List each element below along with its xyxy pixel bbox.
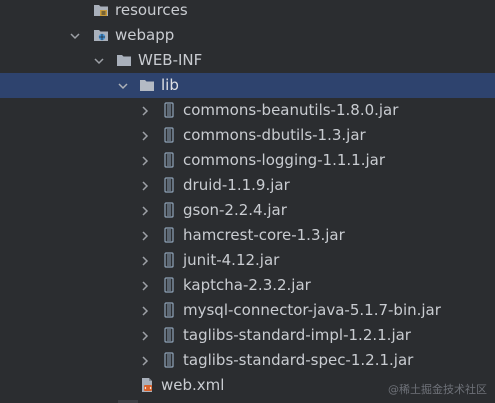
tree-item-label: junit-4.12.jar — [183, 251, 280, 269]
xml-file-icon — [139, 377, 155, 393]
tree-item-label: web.xml — [161, 376, 225, 394]
jar-icon — [161, 227, 177, 243]
tree-item-jar[interactable]: gson-2.2.4.jar — [0, 198, 495, 223]
tree-item-web-inf[interactable]: WEB-INF — [0, 48, 495, 73]
tree-item-jar[interactable]: commons-logging-1.1.1.jar — [0, 148, 495, 173]
tree-item-jar[interactable]: junit-4.12.jar — [0, 248, 495, 273]
chevron-right-icon[interactable] — [138, 354, 152, 368]
jar-icon — [161, 327, 177, 343]
tree-item-jar[interactable]: taglibs-standard-spec-1.2.1.jar — [0, 348, 495, 373]
jar-icon — [161, 177, 177, 193]
tree-item-jar[interactable]: hamcrest-core-1.3.jar — [0, 223, 495, 248]
jar-icon — [161, 252, 177, 268]
tree-item-jar[interactable]: commons-dbutils-1.3.jar — [0, 123, 495, 148]
tree-item-webapp[interactable]: webapp — [0, 23, 495, 48]
tree-item-jar[interactable]: kaptcha-2.3.2.jar — [0, 273, 495, 298]
tree-item-label: commons-beanutils-1.8.0.jar — [183, 101, 399, 119]
project-tree: resources webapp WEB-INF lib commons-bea… — [0, 0, 495, 403]
chevron-right-icon[interactable] — [138, 304, 152, 318]
jar-icon — [161, 277, 177, 293]
tree-item-label: commons-logging-1.1.1.jar — [183, 151, 386, 169]
tree-item-jar[interactable]: mysql-connector-java-5.1.7-bin.jar — [0, 298, 495, 323]
tree-item-label: resources — [115, 1, 188, 19]
tree-item-label: commons-dbutils-1.3.jar — [183, 126, 366, 144]
chevron-down-icon[interactable] — [116, 79, 130, 93]
chevron-right-icon[interactable] — [138, 279, 152, 293]
tree-item-jar[interactable]: commons-beanutils-1.8.0.jar — [0, 98, 495, 123]
tree-item-jar[interactable]: druid-1.1.9.jar — [0, 173, 495, 198]
chevron-right-icon[interactable] — [138, 154, 152, 168]
chevron-right-icon[interactable] — [138, 104, 152, 118]
chevron-down-icon[interactable] — [92, 54, 106, 68]
tree-item-label: taglibs-standard-spec-1.2.1.jar — [183, 351, 414, 369]
tree-item-label: mysql-connector-java-5.1.7-bin.jar — [183, 301, 441, 319]
tree-item-label: gson-2.2.4.jar — [183, 201, 287, 219]
tree-item-label: kaptcha-2.3.2.jar — [183, 276, 311, 294]
jar-icon — [161, 302, 177, 318]
resources-folder-icon — [93, 2, 109, 18]
tree-item-resources[interactable]: resources — [0, 0, 495, 23]
chevron-down-icon[interactable] — [68, 29, 82, 43]
folder-icon — [116, 52, 132, 68]
tree-item-label: hamcrest-core-1.3.jar — [183, 226, 345, 244]
jar-icon — [161, 102, 177, 118]
chevron-right-icon[interactable] — [138, 179, 152, 193]
chevron-right-icon[interactable] — [138, 254, 152, 268]
folder-icon — [139, 77, 155, 93]
web-folder-icon — [93, 27, 109, 43]
tree-item-label: druid-1.1.9.jar — [183, 176, 290, 194]
tree-item-label: webapp — [115, 26, 175, 44]
chevron-right-icon[interactable] — [138, 329, 152, 343]
tree-item-label: taglibs-standard-impl-1.2.1.jar — [183, 326, 411, 344]
chevron-right-icon[interactable] — [138, 229, 152, 243]
watermark: @稀土掘金技术社区 — [388, 383, 487, 396]
jar-icon — [161, 152, 177, 168]
jar-icon — [161, 202, 177, 218]
jar-icon — [161, 127, 177, 143]
tree-item-lib[interactable]: lib — [0, 73, 495, 98]
tree-item-label: WEB-INF — [138, 51, 203, 69]
jar-icon — [161, 352, 177, 368]
tree-item-jar[interactable]: taglibs-standard-impl-1.2.1.jar — [0, 323, 495, 348]
tree-item-label: lib — [161, 76, 179, 94]
chevron-right-icon[interactable] — [138, 129, 152, 143]
chevron-right-icon[interactable] — [138, 204, 152, 218]
